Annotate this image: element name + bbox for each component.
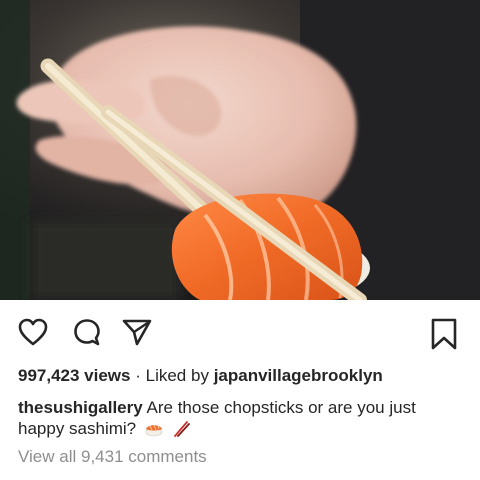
caption-username[interactable]: thesushigallery	[18, 398, 143, 417]
views-line: 997,423 views · Liked by japanvillagebro…	[18, 366, 468, 386]
post-photo[interactable]	[0, 0, 480, 300]
comment-bubble-icon[interactable]	[72, 318, 102, 348]
post-caption: thesushigallery Are those chopsticks or …	[18, 397, 466, 442]
liked-by-username[interactable]: japanvillagebrooklyn	[214, 366, 383, 385]
liked-by-prefix: Liked by	[145, 366, 209, 385]
chopsticks-emoji	[172, 421, 190, 442]
sushi-photo	[0, 0, 480, 300]
heart-icon[interactable]	[18, 318, 48, 346]
view-count: 997,423 views	[18, 366, 131, 385]
separator-dot: ·	[135, 366, 141, 385]
bookmark-icon[interactable]	[430, 318, 458, 350]
sushi-emoji	[144, 421, 164, 442]
post-action-bar	[0, 300, 480, 360]
paper-plane-icon[interactable]	[122, 318, 152, 346]
view-all-comments-link[interactable]: View all 9,431 comments	[18, 447, 207, 467]
